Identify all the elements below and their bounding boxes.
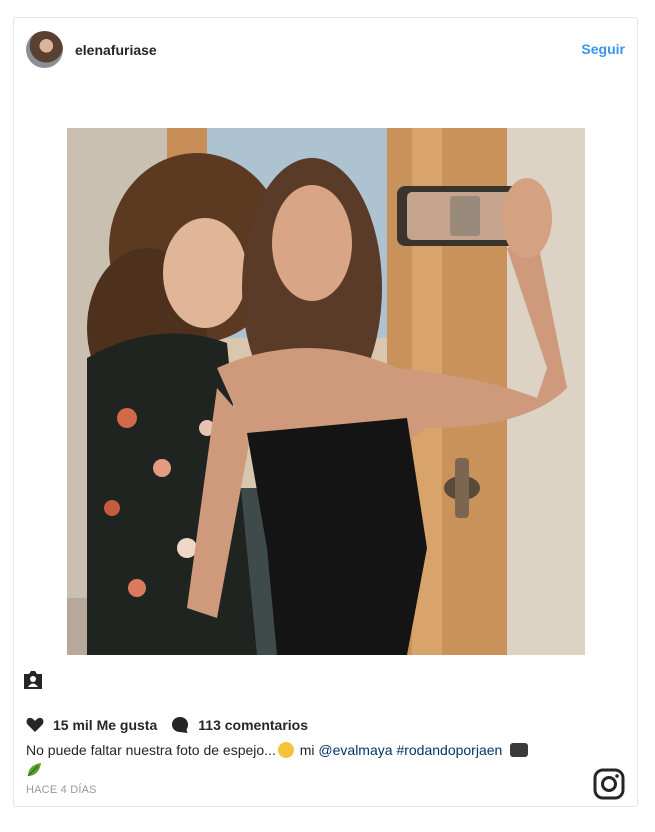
- heart-icon: [26, 717, 44, 732]
- post-header: elenafuriase Seguir: [14, 18, 637, 82]
- avatar[interactable]: [26, 31, 63, 68]
- leaf-emoji-icon: [26, 762, 42, 778]
- post-timestamp[interactable]: HACE 4 DÍAS: [26, 784, 97, 796]
- movie-camera-emoji-icon: [510, 743, 529, 757]
- username[interactable]: elenafuriase: [75, 42, 157, 58]
- crying-laughing-emoji-icon: [277, 742, 294, 758]
- comments-label: 113 comentarios: [198, 717, 308, 733]
- post-stats: 15 mil Me gusta 113 comentarios: [26, 715, 322, 735]
- caption-text: No puede faltar nuestra foto de espejo..…: [26, 742, 276, 758]
- mention-link[interactable]: @evalmaya: [318, 742, 392, 758]
- selfie-photo-illustration: [67, 128, 585, 655]
- hashtag-link[interactable]: #rodandoporjaen: [396, 742, 502, 758]
- likes-label: 15 mil Me gusta: [53, 717, 158, 733]
- tagged-person-icon[interactable]: [22, 669, 44, 691]
- instagram-embed-card: elenafuriase Seguir 15 mil Me gusta 113 …: [13, 17, 638, 807]
- post-photo[interactable]: [67, 128, 585, 655]
- comment-bubble-icon: [172, 717, 189, 733]
- instagram-logo-icon[interactable]: [593, 768, 625, 800]
- post-caption: No puede faltar nuestra foto de espejo..…: [26, 740, 586, 780]
- caption-mid: mi: [295, 742, 319, 758]
- comments-count[interactable]: 113 comentarios: [171, 716, 308, 734]
- likes-count[interactable]: 15 mil Me gusta: [26, 717, 157, 733]
- follow-button[interactable]: Seguir: [581, 41, 625, 57]
